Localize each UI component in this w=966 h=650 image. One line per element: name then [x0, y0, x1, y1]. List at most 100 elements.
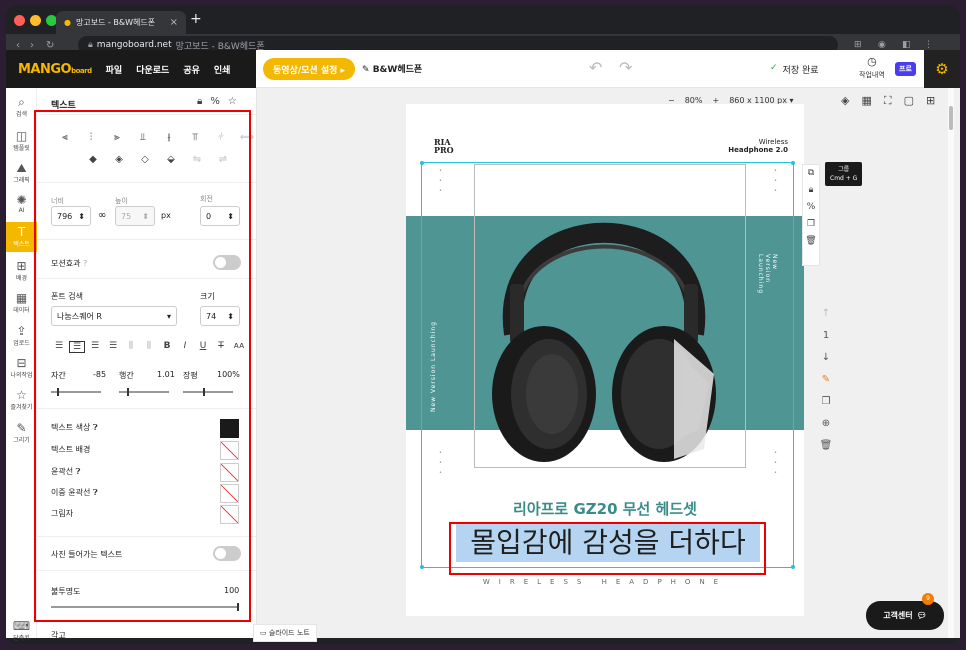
help-icon[interactable]: ❓︎ — [93, 423, 98, 432]
page-up-icon[interactable]: ↑ — [816, 303, 836, 325]
vertical-text-icon[interactable]: ⫼ — [123, 341, 139, 353]
menu-share[interactable]: 공유 — [183, 63, 200, 76]
rotate-input[interactable]: 0 ⬍ — [200, 206, 240, 226]
distribute-v-icon[interactable]: ⫩ — [213, 132, 229, 143]
headline-text-selected[interactable]: 몰입감에 감성을 더하다 — [456, 524, 760, 562]
resize-handle[interactable] — [420, 161, 424, 165]
outline-swatch[interactable] — [220, 463, 239, 482]
undo-button[interactable]: ↶ — [589, 58, 602, 77]
font-size-input[interactable]: 74 ⬍ — [200, 306, 240, 326]
document-title[interactable]: ✎ B&W헤드폰 — [362, 62, 422, 75]
layers-icon[interactable]: ◈ — [841, 94, 849, 108]
settings-gear-icon[interactable]: ⚙ — [924, 50, 960, 88]
sidebar-item-9[interactable]: ☆ 즐겨찾기 — [6, 385, 37, 415]
help-icon[interactable]: ❓︎ — [93, 488, 98, 497]
help-icon[interactable]: ❓︎ — [76, 467, 81, 476]
footer-text[interactable]: WIRELESS HEADPHONE — [406, 578, 804, 586]
copy-page-icon[interactable]: ❐ — [816, 391, 836, 413]
lock-icon[interactable]: 🔒︎ — [197, 96, 202, 107]
sidebar-item-8[interactable]: ⊟ 나의작업 — [6, 353, 37, 383]
text-align-center-icon[interactable]: ☰ — [69, 341, 85, 353]
align-top-icon[interactable]: ⫪ — [187, 132, 203, 143]
design-page[interactable]: RIA PRO Wireless Headphone 2.0 New Version… — [406, 104, 804, 616]
help-icon[interactable]: ? — [83, 259, 87, 268]
resize-handle[interactable] — [420, 565, 424, 569]
support-button[interactable]: 고객센터 💬︎ — [866, 601, 944, 630]
slider-knob[interactable] — [127, 388, 129, 396]
add-page-icon[interactable]: ⊕ — [816, 413, 836, 435]
back-icon[interactable]: ‹ — [16, 40, 20, 51]
minimize-window-button[interactable] — [30, 15, 41, 26]
pages-grid-icon[interactable]: ⊞ — [926, 94, 935, 108]
flip-v-icon[interactable]: ⇌ — [215, 154, 231, 165]
sidebar-item-3[interactable]: ✺ AI — [6, 190, 37, 220]
double-outline-swatch[interactable] — [220, 484, 239, 503]
sidebar-item-7[interactable]: ⇪ 업로드 — [6, 321, 37, 351]
duplicate-icon[interactable]: ❐ — [803, 216, 819, 233]
sidebar-item-4[interactable]: T 텍스트 — [6, 222, 37, 252]
strikethrough-icon[interactable]: T — [213, 341, 229, 353]
forward-icon[interactable]: › — [30, 40, 34, 51]
menu-download[interactable]: 다운로드 — [136, 63, 169, 76]
motion-toggle[interactable] — [213, 255, 241, 270]
sidebar-item-1[interactable]: ◫ 템플릿 — [6, 126, 37, 156]
align-middle-icon[interactable]: ⫲ — [161, 132, 177, 143]
text-bg-swatch[interactable] — [220, 441, 239, 460]
new-tab-button[interactable]: + — [190, 11, 202, 27]
link-ratio-icon[interactable]: ∞ — [98, 210, 106, 221]
sidebar-icon[interactable]: ◧ — [902, 40, 911, 50]
grid-icon[interactable]: ▦ — [861, 94, 871, 108]
pro-badge[interactable]: 프로 — [895, 62, 916, 76]
menu-file[interactable]: 파일 — [106, 63, 123, 76]
wireless-heading[interactable]: Wireless Headphone 2.0 — [728, 138, 788, 154]
bring-forward-icon[interactable]: ◈ — [111, 154, 127, 165]
group-icon[interactable]: ⧉ — [803, 165, 819, 182]
text-align-left-icon[interactable]: ☰ — [51, 341, 67, 353]
align-center-h-icon[interactable]: ⫶ — [83, 132, 99, 143]
flip-h-icon[interactable]: ⇋ — [189, 154, 205, 165]
font-select[interactable]: 나눔스퀘어 R ▾ — [51, 306, 177, 326]
history-button[interactable]: ◷ 작업내역 — [859, 56, 885, 81]
fit-screen-icon[interactable]: ⛶ — [884, 94, 892, 108]
resize-handle[interactable] — [791, 565, 795, 569]
motion-settings-button[interactable]: 동영상/모션 설정 ▸ — [263, 58, 356, 80]
stepper-icon[interactable]: ⬍ — [78, 212, 85, 221]
delete-page-icon[interactable]: 🗑︎ — [816, 435, 836, 457]
text-color-swatch[interactable] — [220, 419, 239, 438]
underline-icon[interactable]: U — [195, 341, 211, 353]
vertical-text2-icon[interactable]: ⫼ — [141, 341, 157, 353]
slide-note-tab[interactable]: ▭ 슬라이드 노트 — [253, 624, 317, 642]
stepper-icon[interactable]: ⬍ — [142, 212, 149, 221]
product-subtitle[interactable]: 리아프로 GZ20 무선 헤드셋 — [406, 498, 804, 519]
line-height-slider[interactable] — [119, 388, 169, 396]
profile-icon[interactable]: ◉ — [878, 40, 886, 50]
canvas-scrollbar[interactable] — [948, 88, 954, 638]
slider-knob[interactable] — [57, 388, 59, 396]
close-window-button[interactable] — [14, 15, 25, 26]
lock-icon[interactable]: 🔒︎ — [803, 182, 819, 199]
extensions-icon[interactable]: ⊞ — [854, 40, 862, 50]
brush-icon[interactable]: ✎ — [816, 369, 836, 391]
width-input[interactable]: 796 ⬍ — [51, 206, 91, 226]
sidebar-item-11[interactable]: ⌨ 단축키 — [6, 616, 37, 646]
text-justify-icon[interactable]: ☰ — [105, 341, 121, 353]
slider-knob[interactable] — [237, 603, 239, 611]
send-back-icon[interactable]: ⬙ — [163, 154, 179, 165]
distribute-h-icon[interactable]: ⟺ — [239, 132, 255, 143]
sidebar-item-0[interactable]: ⌕ 검색 — [6, 92, 37, 122]
resize-handle[interactable] — [791, 161, 795, 165]
text-align-right-icon[interactable]: ☰ — [87, 341, 103, 353]
sidebar-item-10[interactable]: ✎ 그리기 — [6, 418, 37, 448]
close-tab-icon[interactable]: × — [170, 17, 178, 28]
reload-icon[interactable]: ↻ — [46, 40, 54, 51]
browser-tab[interactable]: ● 망고보드 - B&W헤드폰 × — [56, 11, 186, 34]
ria-pro-logo[interactable]: RIA PRO — [434, 138, 454, 154]
uppercase-icon[interactable]: ᴀᴀ — [231, 341, 247, 353]
frame-icon[interactable]: ▢ — [904, 94, 914, 108]
stepper-icon[interactable]: ⬍ — [227, 312, 234, 321]
bold-icon[interactable]: B — [159, 341, 175, 353]
width-ratio-slider[interactable] — [183, 388, 233, 396]
star-icon[interactable]: ☆ — [228, 96, 237, 107]
letter-spacing-slider[interactable] — [51, 388, 101, 396]
photo-text-toggle[interactable] — [213, 546, 241, 561]
